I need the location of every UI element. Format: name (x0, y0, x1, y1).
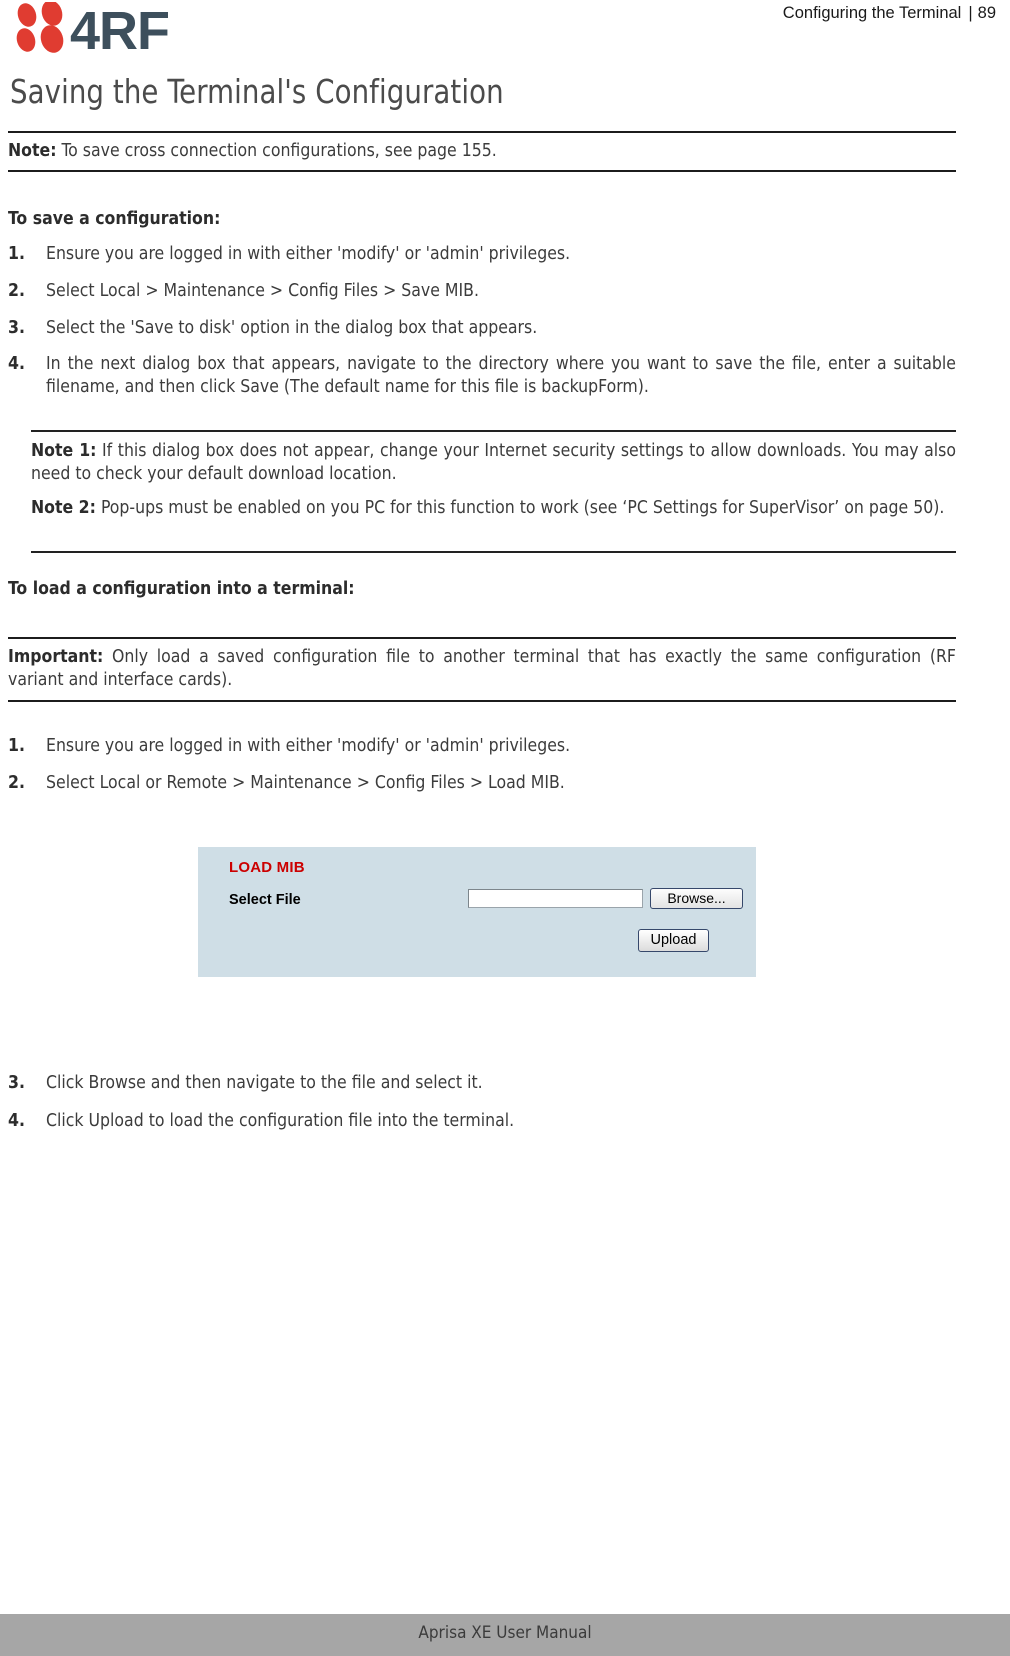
upload-button[interactable]: Upload (638, 929, 709, 952)
note-2-label: Note 2: (31, 498, 96, 518)
save-step-2-text: Select Local > Maintenance > Config File… (46, 281, 479, 301)
note-2: Note 2: Pop-ups must be enabled on you P… (31, 497, 956, 520)
save-step-1: 1. Ensure you are logged in with either … (8, 243, 948, 266)
breadcrumb-separator: | (968, 4, 973, 22)
top-note-text: To save cross connection configurations,… (61, 141, 497, 161)
load-mib-screenshot: LOAD MIB Select File Browse... Upload (198, 847, 756, 977)
document-page: 4RF Configuring the Terminal | 89 Saving t… (0, 0, 1010, 1656)
load-step-2: 2. Select Local or Remote > Maintenance … (8, 772, 948, 795)
save-step-3: 3. Select the 'Save to disk' option in t… (8, 317, 948, 340)
load-step-3-number: 3. (8, 1073, 25, 1093)
save-step-4-text: In the next dialog box that appears, nav… (46, 354, 956, 398)
load-step-4: 4. Click Upload to load the configuratio… (8, 1110, 948, 1133)
breadcrumb-label: Configuring the Terminal (782, 4, 962, 22)
page-number: 89 (977, 4, 996, 22)
load-step-4-text: Click Upload to load the configuration f… (46, 1111, 515, 1131)
note-1: Note 1: If this dialog box does not appe… (31, 440, 956, 487)
top-note-label: Note: (8, 141, 57, 161)
load-step-4-number: 4. (8, 1111, 25, 1131)
note-1-text: If this dialog box does not appear, chan… (31, 441, 957, 485)
header-breadcrumb: Configuring the Terminal | 89 (783, 4, 996, 23)
four-dots-logo-icon: 4RF (14, 2, 204, 54)
load-step-1: 1. Ensure you are logged in with either … (8, 735, 948, 758)
note-bottom-rule (8, 170, 956, 172)
footer-text: Aprisa XE User Manual (418, 1623, 592, 1643)
note-1-label: Note 1: (31, 441, 97, 461)
load-step-3: 3. Click Browse and then navigate to the… (8, 1072, 948, 1095)
load-step-1-text: Ensure you are logged in with either 'mo… (46, 736, 571, 756)
save-step-4: 4. In the next dialog box that appears, … (8, 353, 956, 400)
page-footer: Aprisa XE User Manual (0, 1614, 1010, 1656)
important-note: Important: Only load a saved configurati… (8, 646, 956, 693)
load-step-1-number: 1. (8, 736, 25, 756)
top-note: Note: To save cross connection configura… (8, 140, 956, 163)
important-note-text: Only load a saved configuration file to … (8, 647, 956, 691)
load-step-2-text: Select Local or Remote > Maintenance > C… (46, 773, 565, 793)
note-2-text: Pop-ups must be enabled on you PC for th… (100, 498, 945, 518)
load-mib-title: LOAD MIB (229, 859, 305, 876)
important-note-label: Important: (8, 647, 104, 667)
save-step-3-number: 3. (8, 318, 25, 338)
save-section-heading: To save a configuration: (8, 209, 221, 229)
save-step-1-text: Ensure you are logged in with either 'mo… (46, 244, 571, 264)
load-section-heading: To load a configuration into a terminal: (8, 579, 355, 599)
select-file-input[interactable] (468, 889, 643, 908)
page-title: Saving the Terminal's Configuration (10, 72, 504, 111)
note-top-rule (8, 131, 956, 133)
svg-text:4RF: 4RF (70, 2, 169, 54)
load-step-2-number: 2. (8, 773, 25, 793)
load-step-3-text: Click Browse and then navigate to the fi… (46, 1073, 483, 1093)
select-file-label: Select File (229, 892, 301, 908)
important-bottom-rule (8, 700, 956, 702)
notes-bottom-rule (31, 551, 956, 553)
save-step-2-number: 2. (8, 281, 25, 301)
save-step-4-number: 4. (8, 354, 25, 374)
save-step-3-text: Select the 'Save to disk' option in the … (46, 318, 538, 338)
save-step-2: 2. Select Local > Maintenance > Config F… (8, 280, 948, 303)
important-top-rule (8, 637, 956, 639)
save-step-1-number: 1. (8, 244, 25, 264)
page-header: 4RF Configuring the Terminal | 89 (0, 0, 1010, 62)
browse-button[interactable]: Browse... (650, 888, 743, 909)
notes-top-rule (31, 430, 956, 432)
